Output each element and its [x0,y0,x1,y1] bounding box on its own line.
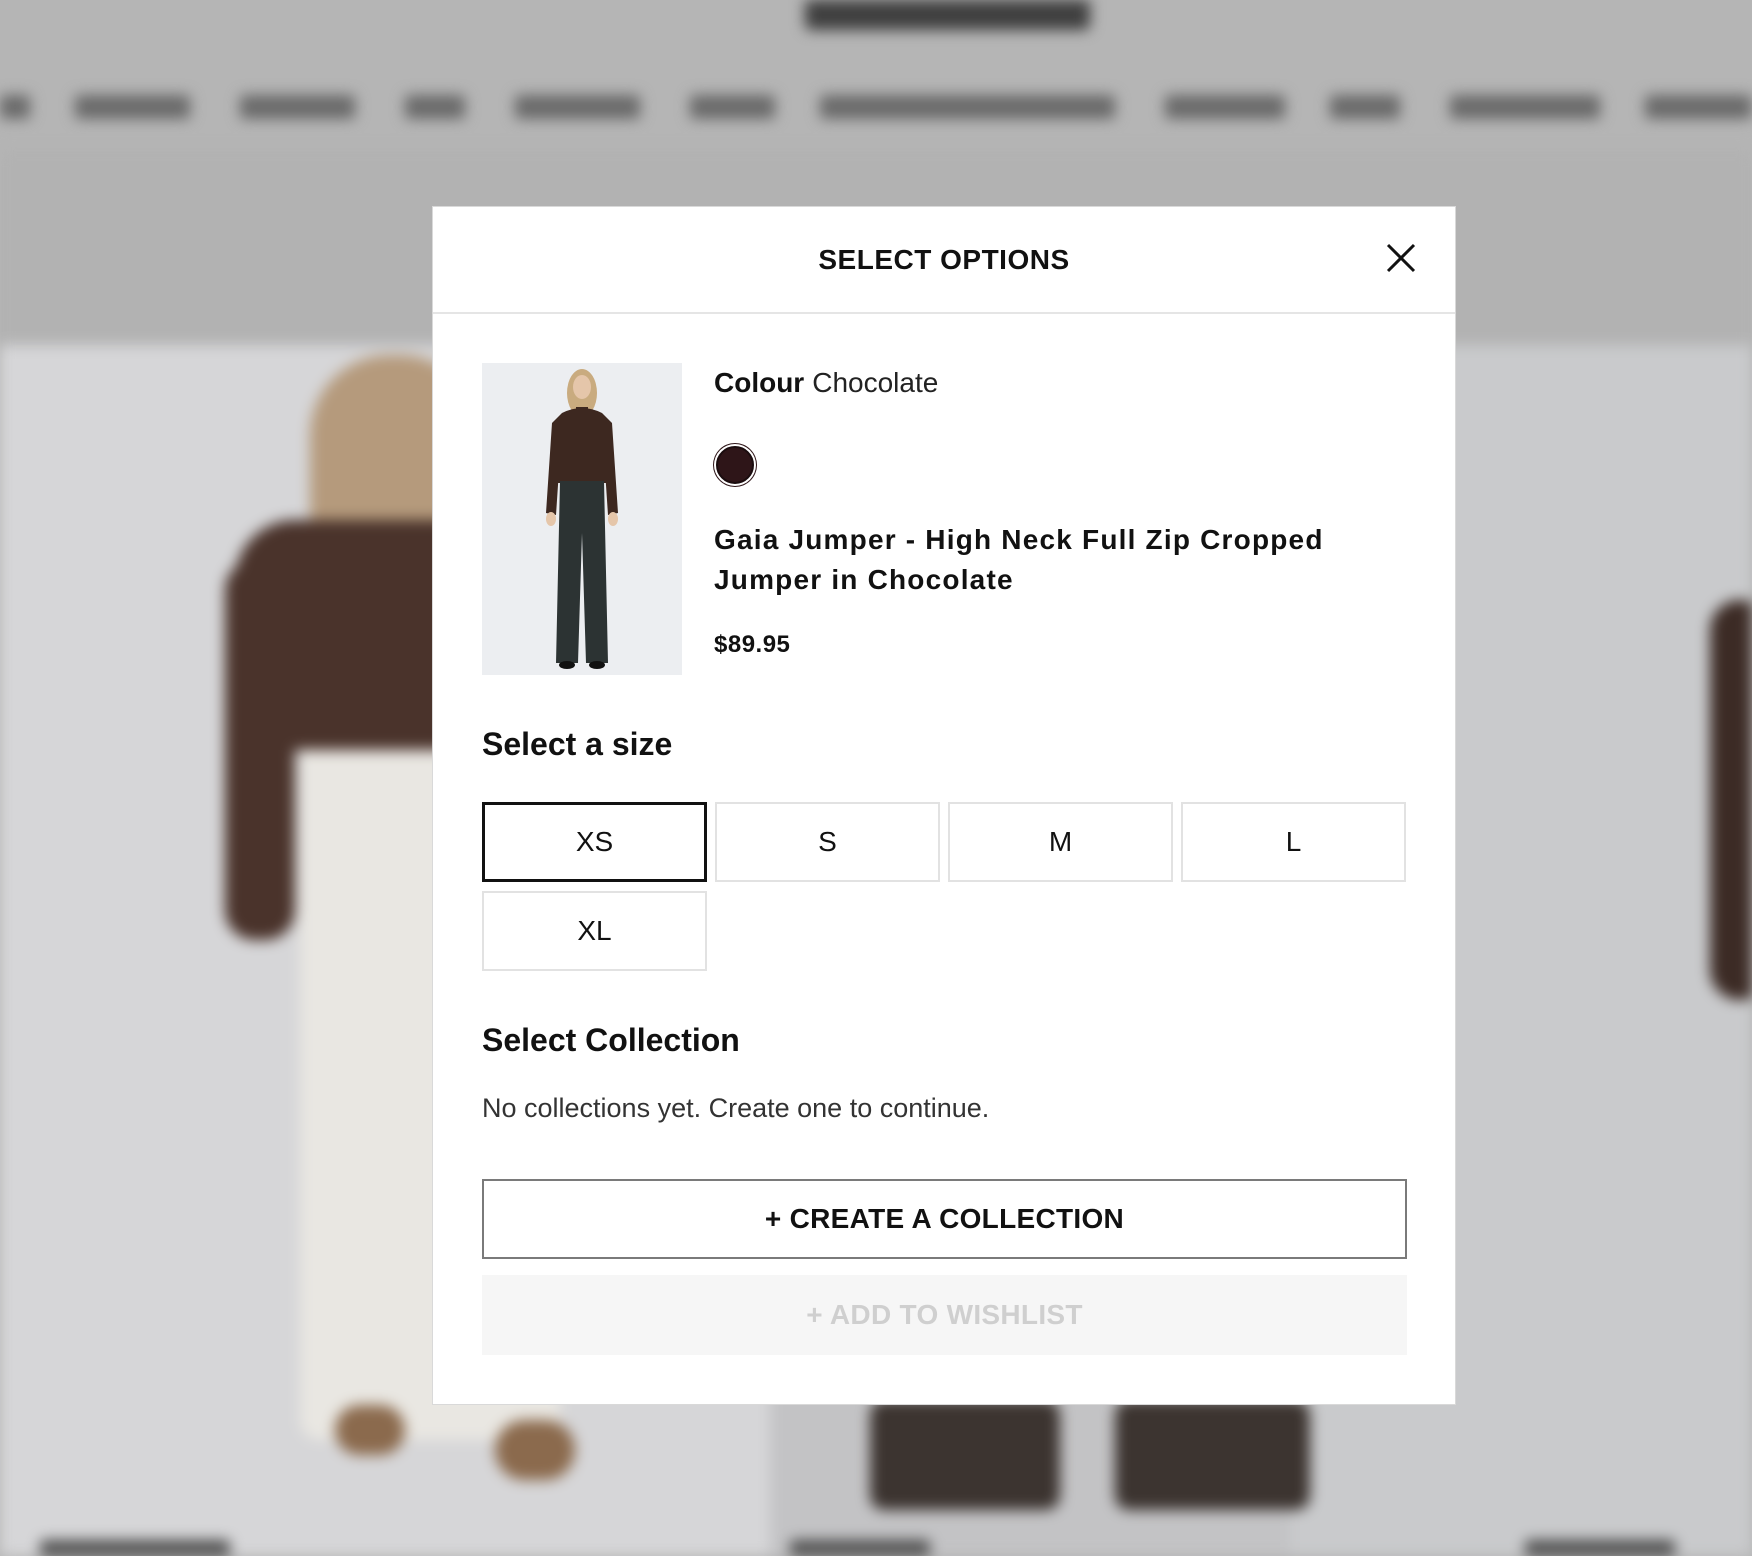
nav-item [1330,95,1400,119]
close-icon [1386,243,1416,273]
colour-value: Chocolate [812,367,939,398]
product-info: Colour Chocolate Gaia Jumper - High Neck … [714,363,1404,658]
size-option-xs[interactable]: XS [482,802,707,882]
nav-item [1165,95,1285,119]
product-image [482,363,682,675]
empty-collections-message: No collections yet. Create one to contin… [482,1093,990,1123]
nav-item [405,95,465,119]
nav-item [75,95,190,119]
product-summary: Colour Chocolate Gaia Jumper - High Neck … [482,363,1407,675]
size-heading: Select a size [482,726,673,762]
size-option-l[interactable]: L [1181,802,1406,882]
modal-title: SELECT OPTIONS [818,243,1070,275]
size-grid: XS S M L XL [482,802,1407,972]
model-figure [870,1400,1060,1510]
nav-item [240,95,355,119]
model-figure [335,1405,405,1455]
select-options-modal: SELECT OPTIONS Colour Chocolate Gaia Jum… [433,207,1455,1404]
product-title [40,1540,230,1556]
nav-item [0,95,30,119]
product-title [790,1540,930,1556]
store-logo [805,0,1090,30]
create-collection-button[interactable]: + CREATE A COLLECTION [482,1179,1407,1259]
modal-header: SELECT OPTIONS [433,207,1455,314]
model-figure [1115,1400,1310,1510]
size-option-m[interactable]: M [948,802,1173,882]
colour-swatch-chocolate[interactable] [716,446,754,484]
model-figure [225,560,295,940]
nav-item [1645,95,1752,119]
close-button[interactable] [1383,240,1419,276]
product-price: $89.95 [714,631,791,658]
collection-heading: Select Collection [482,1022,740,1058]
nav-item [820,95,1115,119]
product-name: Gaia Jumper - High Neck Full Zip Cropped… [714,524,1324,595]
size-option-s[interactable]: S [715,802,940,882]
add-to-wishlist-button[interactable]: + ADD TO WISHLIST [482,1275,1407,1355]
nav-item [690,95,775,119]
colour-line: Colour Chocolate [714,363,1404,403]
model-figure [495,1420,575,1480]
size-option-xl[interactable]: XL [482,891,707,971]
colour-label: Colour [714,367,805,398]
model-photo [482,363,682,675]
nav-item [1450,95,1600,119]
product-title [1525,1540,1675,1556]
model-figure [1710,600,1752,1000]
nav-item [515,95,640,119]
